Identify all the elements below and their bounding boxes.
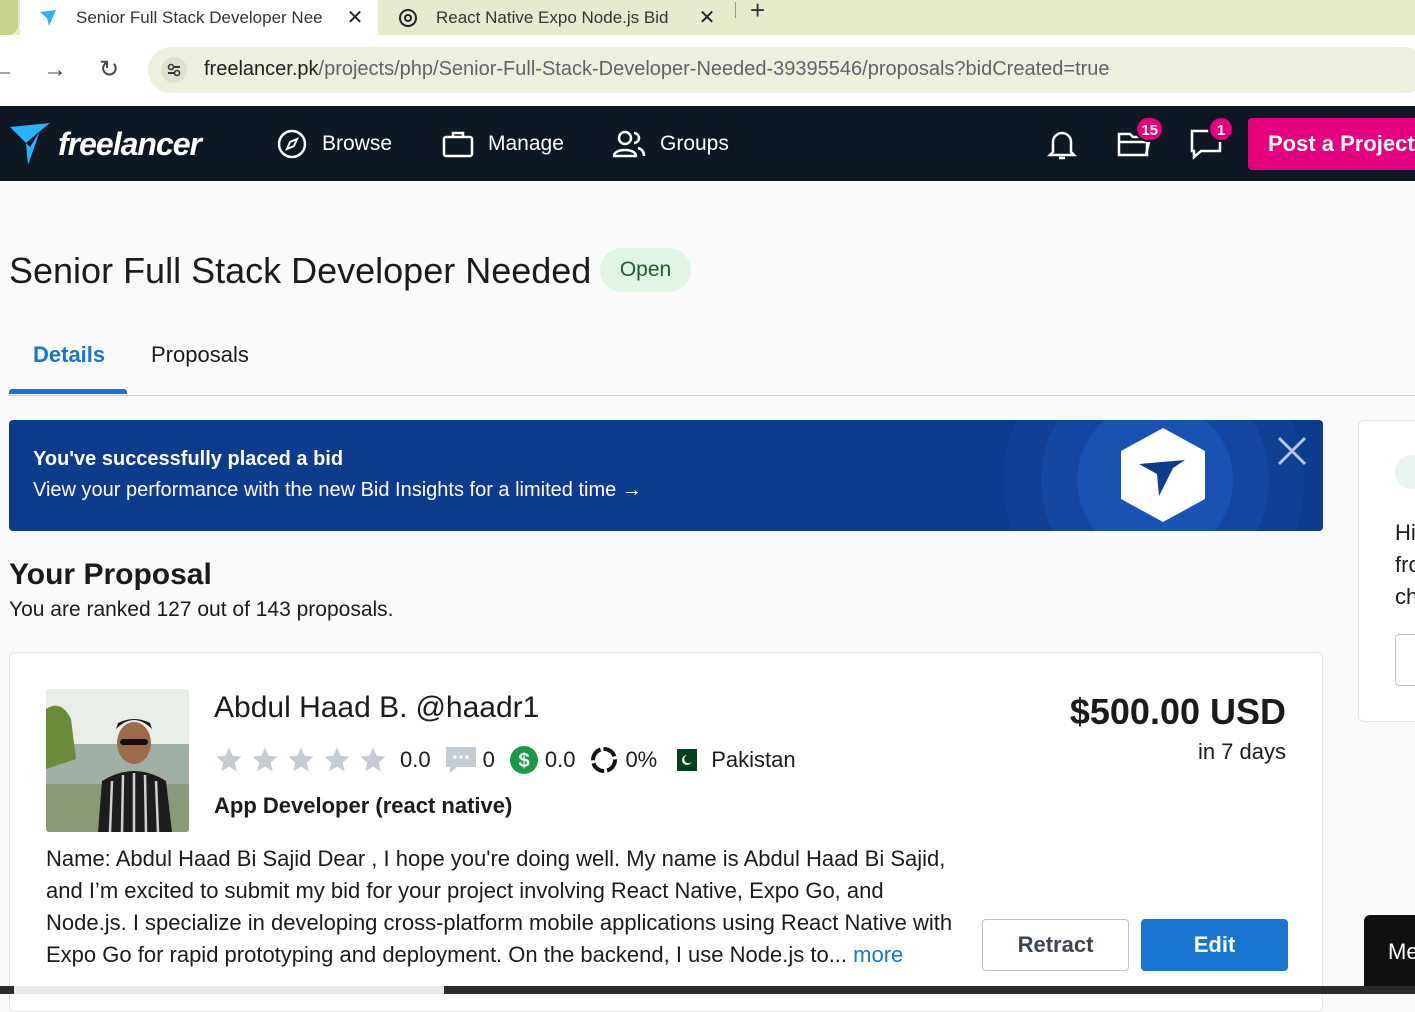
- freelancer-name[interactable]: Abdul Haad B.: [214, 691, 407, 724]
- nav-manage-label: Manage: [488, 132, 564, 155]
- tab-separator: [735, 2, 736, 18]
- nav-manage[interactable]: Manage: [442, 128, 564, 160]
- bell-icon: [1046, 131, 1078, 160]
- messenger-widget[interactable]: Me: [1364, 915, 1415, 994]
- nav-browse-label: Browse: [322, 132, 393, 155]
- reviews-icon: [445, 747, 476, 773]
- completion-icon: [591, 747, 618, 773]
- star-icon: [360, 747, 386, 772]
- users-icon: [612, 130, 646, 158]
- browser-tab-strip: Senior Full Stack Developer Nee ✕ React …: [0, 0, 1415, 35]
- browser-tab-inactive[interactable]: React Native Expo Node.js Bid ✕: [380, 0, 730, 35]
- rating-value: 0.0: [400, 747, 431, 772]
- status-badge: Open: [600, 248, 691, 292]
- banner-headline: You've successfully placed a bid: [33, 448, 344, 470]
- avatar[interactable]: [46, 689, 189, 832]
- tab-proposals[interactable]: Proposals: [151, 342, 249, 368]
- rank-text: You are ranked 127 out of 143 proposals.: [9, 598, 394, 621]
- tab-title: React Native Expo Node.js Bid: [436, 7, 669, 27]
- messages-button[interactable]: 1: [1188, 116, 1234, 162]
- url-path: /projects/php/Senior-Full-Stack-Develope…: [318, 58, 1110, 80]
- dollar-icon: $: [509, 746, 538, 774]
- freelancer-logo[interactable]: freelancer: [10, 120, 202, 168]
- tab-details[interactable]: Details: [33, 342, 105, 368]
- page-title: Senior Full Stack Developer Needed: [9, 250, 592, 291]
- bid-success-banner[interactable]: You've successfully placed a bid View yo…: [9, 420, 1323, 531]
- url-text: freelancer.pk/projects/php/Senior-Full-S…: [204, 58, 1110, 81]
- close-icon[interactable]: ✕: [694, 5, 720, 30]
- your-proposal-heading: Your Proposal: [9, 558, 212, 591]
- retract-button[interactable]: Retract: [982, 919, 1129, 971]
- proposal-description: Name: Abdul Haad Bi Sajid Dear , I hope …: [46, 843, 966, 971]
- previous-tab-stub[interactable]: [0, 0, 18, 35]
- briefcase-icon: [442, 131, 474, 158]
- freelancer-hexagon-icon: [1121, 428, 1205, 522]
- new-tab-button[interactable]: +: [750, 0, 765, 23]
- project-tabs: Details Proposals: [9, 330, 1415, 396]
- reviews-count: 0: [482, 747, 495, 772]
- bottom-strip-light: [14, 986, 444, 994]
- assistant-icon: [1395, 455, 1415, 489]
- forward-icon[interactable]: →: [40, 55, 70, 85]
- proposal-card: Abdul Haad B. @haadr1 0.0 0 $ 0.0 0% Paki…: [9, 652, 1323, 1012]
- projects-badge: 15: [1135, 116, 1164, 142]
- earnings-score: 0.0: [544, 747, 576, 772]
- star-icon: [252, 747, 278, 772]
- freelancer-handle[interactable]: @haadr1: [415, 691, 539, 724]
- back-icon[interactable]: ←: [0, 55, 18, 85]
- svg-text:$: $: [518, 750, 529, 772]
- side-panel-input[interactable]: [1395, 634, 1415, 686]
- country: Pakistan: [711, 747, 796, 772]
- notifications-button[interactable]: [1044, 126, 1080, 162]
- post-project-button[interactable]: Post a Project: [1248, 118, 1415, 170]
- freelancer-icon: [38, 8, 58, 28]
- side-panel-text: Hi fro ch: [1395, 520, 1415, 609]
- close-icon[interactable]: ✕: [342, 5, 368, 30]
- close-icon[interactable]: [1275, 434, 1309, 468]
- bid-amount: $500.00 USD: [1069, 691, 1286, 732]
- proposal-text: Name: Abdul Haad Bi Sajid Dear , I hope …: [46, 846, 953, 967]
- side-panel-card: Hi fro ch: [1358, 420, 1415, 722]
- nav-groups-label: Groups: [660, 132, 729, 155]
- delivery-time: in 7 days: [1197, 739, 1286, 764]
- address-bar[interactable]: freelancer.pk/projects/php/Senior-Full-S…: [148, 47, 1415, 93]
- star-icon: [288, 747, 314, 772]
- active-tab-indicator: [9, 389, 127, 394]
- freelancer-tagline: App Developer (react native): [214, 793, 513, 818]
- completion-rate: 0%: [625, 747, 658, 772]
- tab-title: Senior Full Stack Developer Nee: [76, 7, 323, 27]
- site-info-icon[interactable]: [160, 56, 188, 84]
- freelancer-stats: 0.0 0 $ 0.0 0% Pakistan: [214, 743, 810, 777]
- pakistan-flag-icon: [671, 749, 698, 771]
- url-host: freelancer.pk: [204, 58, 319, 80]
- browser-toolbar: ← → ↻ freelancer.pk/projects/php/Senior-…: [0, 35, 1415, 105]
- logo-wordmark: freelancer: [58, 125, 202, 162]
- site-header: freelancer Browse Manage Groups 15 1 Pos…: [0, 106, 1415, 181]
- edit-button[interactable]: Edit: [1141, 919, 1288, 971]
- chatgpt-icon: [398, 8, 418, 28]
- browser-tab-active[interactable]: Senior Full Stack Developer Nee ✕: [20, 0, 378, 35]
- freelancer-bird-icon: [10, 123, 50, 165]
- reload-icon[interactable]: ↻: [94, 55, 124, 85]
- more-link[interactable]: more: [853, 942, 903, 967]
- compass-icon: [277, 129, 307, 159]
- messages-badge: 1: [1208, 116, 1234, 142]
- nav-groups[interactable]: Groups: [612, 128, 729, 160]
- projects-button[interactable]: 15: [1116, 116, 1164, 162]
- star-icon: [216, 747, 242, 772]
- banner-subtext[interactable]: View your performance with the new Bid I…: [33, 479, 642, 502]
- star-icon: [324, 747, 350, 772]
- nav-browse[interactable]: Browse: [276, 128, 392, 160]
- bottom-strip: [0, 986, 1415, 994]
- freelancer-name-line: Abdul Haad B. @haadr1: [214, 691, 539, 725]
